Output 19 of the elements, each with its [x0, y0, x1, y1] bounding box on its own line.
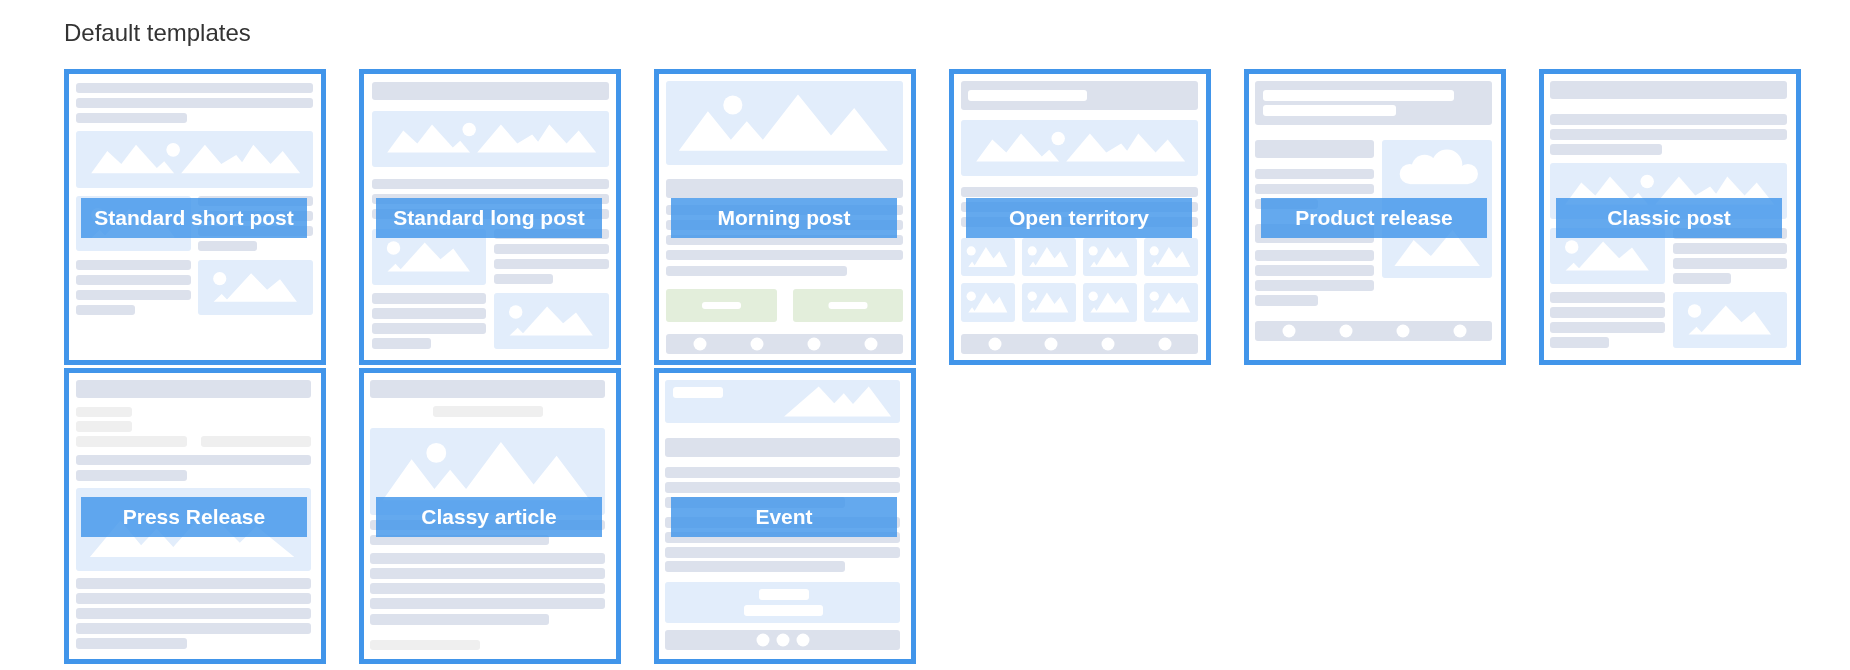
template-card[interactable]: Classic post [1539, 69, 1801, 365]
template-card[interactable]: Product release [1244, 69, 1506, 365]
template-name-label: Open territory [966, 198, 1192, 238]
template-name-label: Classy article [376, 497, 602, 537]
template-card[interactable]: Event [654, 368, 916, 664]
template-name-label: Event [671, 497, 897, 537]
template-name-label: Morning post [671, 198, 897, 238]
template-card[interactable]: Press Release [64, 368, 326, 664]
template-name-label: Classic post [1556, 198, 1782, 238]
template-card[interactable]: Open territory [949, 69, 1211, 365]
template-name-label: Standard long post [376, 198, 602, 238]
section-heading: Default templates [64, 18, 251, 48]
template-card[interactable]: Classy article [359, 368, 621, 664]
template-name-label: Product release [1261, 198, 1487, 238]
template-card[interactable]: Standard long post [359, 69, 621, 365]
template-card[interactable]: Standard short post [64, 69, 326, 365]
template-name-label: Standard short post [81, 198, 307, 238]
template-card[interactable]: Morning post [654, 69, 916, 365]
template-name-label: Press Release [81, 497, 307, 537]
